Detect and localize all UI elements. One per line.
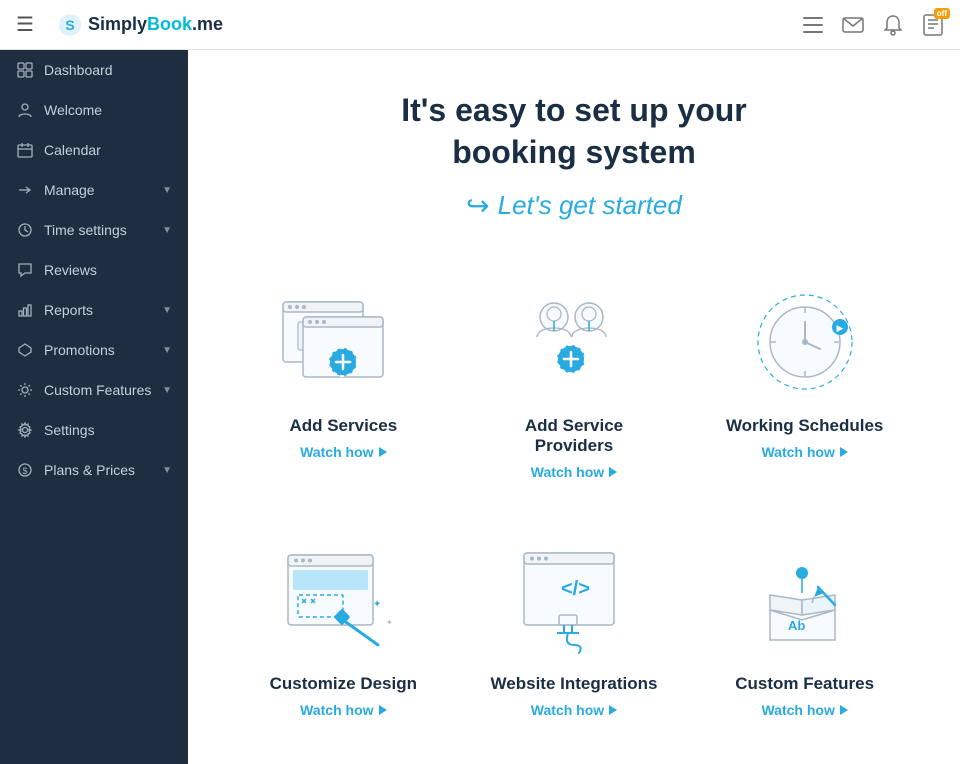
svg-text:S: S (65, 17, 74, 33)
svg-text:Ab: Ab (788, 618, 805, 633)
content-area: It's easy to set up your booking system … (188, 50, 960, 764)
logo-icon: S (58, 13, 82, 37)
reviews-icon (16, 261, 34, 279)
calendar-icon (16, 141, 34, 159)
customize-design-watch[interactable]: Watch how (300, 702, 386, 718)
promotions-icon (16, 341, 34, 359)
svg-text:</>: </> (561, 578, 590, 600)
custom-features-icon (16, 381, 34, 399)
card-customize-design: ✦ ✦ Customize Design Watch how (248, 520, 439, 728)
manage-arrow: ▼ (162, 185, 172, 196)
play-icon (379, 447, 387, 457)
reports-arrow: ▼ (162, 305, 172, 316)
sidebar-manage-label: Manage (44, 182, 152, 198)
svg-text:✦: ✦ (386, 618, 393, 627)
curve-arrow-icon: ↩ (466, 189, 489, 222)
page-title: It's easy to set up your booking system (248, 90, 900, 173)
sidebar-welcome-label: Welcome (44, 102, 172, 118)
customize-design-title: Customize Design (270, 674, 417, 694)
dashboard-icon (16, 61, 34, 79)
logo-text: SimplyBook.me (88, 14, 223, 35)
sidebar-item-settings[interactable]: Settings (0, 410, 188, 450)
play-icon-2 (609, 467, 617, 477)
add-providers-title: Add Service Providers (489, 416, 660, 456)
sidebar-calendar-label: Calendar (44, 142, 172, 158)
website-integrations-watch[interactable]: Watch how (531, 702, 617, 718)
card-add-providers: Add Service Providers Watch how (479, 262, 670, 490)
cards-grid: Add Services Watch how (248, 262, 900, 728)
sidebar-settings-label: Settings (44, 422, 172, 438)
play-icon-6 (840, 705, 848, 715)
sidebar-item-promotions[interactable]: Promotions ▼ (0, 330, 188, 370)
card-add-services: Add Services Watch how (248, 262, 439, 490)
working-schedules-watch[interactable]: Watch how (761, 444, 847, 460)
play-icon-5 (609, 705, 617, 715)
sidebar-dashboard-label: Dashboard (44, 62, 172, 78)
plans-prices-icon: $ (16, 461, 34, 479)
play-icon-3 (840, 447, 848, 457)
topbar-icons: off (802, 14, 944, 36)
menu-lines-icon[interactable] (802, 14, 824, 36)
bell-icon[interactable] (882, 14, 904, 36)
sidebar-item-reviews[interactable]: Reviews (0, 250, 188, 290)
sidebar-time-settings-label: Time settings (44, 222, 152, 238)
sidebar-item-dashboard[interactable]: Dashboard (0, 50, 188, 90)
custom-features-arrow: ▼ (162, 385, 172, 396)
sidebar-custom-features-label: Custom Features (44, 382, 152, 398)
sidebar-item-welcome[interactable]: Welcome (0, 90, 188, 130)
sidebar-reviews-label: Reviews (44, 262, 172, 278)
card-custom-features: Ab Custom Features Watch how (709, 520, 900, 728)
email-icon[interactable] (842, 14, 864, 36)
lets-started-banner: ↩ Let's get started (248, 189, 900, 222)
sidebar-item-time-settings[interactable]: Time settings ▼ (0, 210, 188, 250)
play-icon-4 (379, 705, 387, 715)
sidebar-item-plans-prices[interactable]: $ Plans & Prices ▼ (0, 450, 188, 490)
svg-text:▶: ▶ (836, 323, 843, 333)
settings-icon (16, 421, 34, 439)
welcome-icon (16, 101, 34, 119)
add-providers-illustration (504, 282, 644, 402)
manage-icon (16, 181, 34, 199)
add-services-title: Add Services (289, 416, 397, 436)
main-layout: Dashboard Welcome Calendar Manage ▼ (0, 50, 960, 764)
add-services-illustration (273, 282, 413, 402)
sidebar-reports-label: Reports (44, 302, 152, 318)
time-settings-arrow: ▼ (162, 225, 172, 236)
custom-features-illustration: Ab (735, 540, 875, 660)
add-services-watch[interactable]: Watch how (300, 444, 386, 460)
svg-text:✦: ✦ (373, 599, 381, 610)
promotions-arrow: ▼ (162, 345, 172, 356)
plans-prices-arrow: ▼ (162, 465, 172, 476)
website-integrations-title: Website Integrations (491, 674, 658, 694)
sidebar-promotions-label: Promotions (44, 342, 152, 358)
hamburger-menu[interactable]: ☰ (16, 12, 34, 37)
customize-design-illustration: ✦ ✦ (273, 540, 413, 660)
sidebar-item-custom-features[interactable]: Custom Features ▼ (0, 370, 188, 410)
time-settings-icon (16, 221, 34, 239)
custom-features-watch[interactable]: Watch how (761, 702, 847, 718)
custom-features-card-title: Custom Features (735, 674, 874, 694)
logo: S SimplyBook.me (58, 13, 223, 37)
sidebar-item-calendar[interactable]: Calendar (0, 130, 188, 170)
news-icon[interactable]: off (922, 14, 944, 36)
working-schedules-title: Working Schedules (726, 416, 883, 436)
svg-text:$: $ (22, 466, 27, 476)
lets-started-text: Let's get started (498, 190, 682, 221)
topbar: ☰ S SimplyBook.me off (0, 0, 960, 50)
working-schedules-illustration: ▶ (735, 282, 875, 402)
add-providers-watch[interactable]: Watch how (531, 464, 617, 480)
sidebar: Dashboard Welcome Calendar Manage ▼ (0, 50, 188, 764)
reports-icon (16, 301, 34, 319)
website-integrations-illustration: </> (504, 540, 644, 660)
sidebar-item-manage[interactable]: Manage ▼ (0, 170, 188, 210)
card-working-schedules: ▶ Working Schedules Watch how (709, 262, 900, 490)
sidebar-item-reports[interactable]: Reports ▼ (0, 290, 188, 330)
sidebar-plans-prices-label: Plans & Prices (44, 462, 152, 478)
card-website-integrations: </> Website Integrations Watch how (479, 520, 670, 728)
news-badge: off (934, 8, 950, 20)
